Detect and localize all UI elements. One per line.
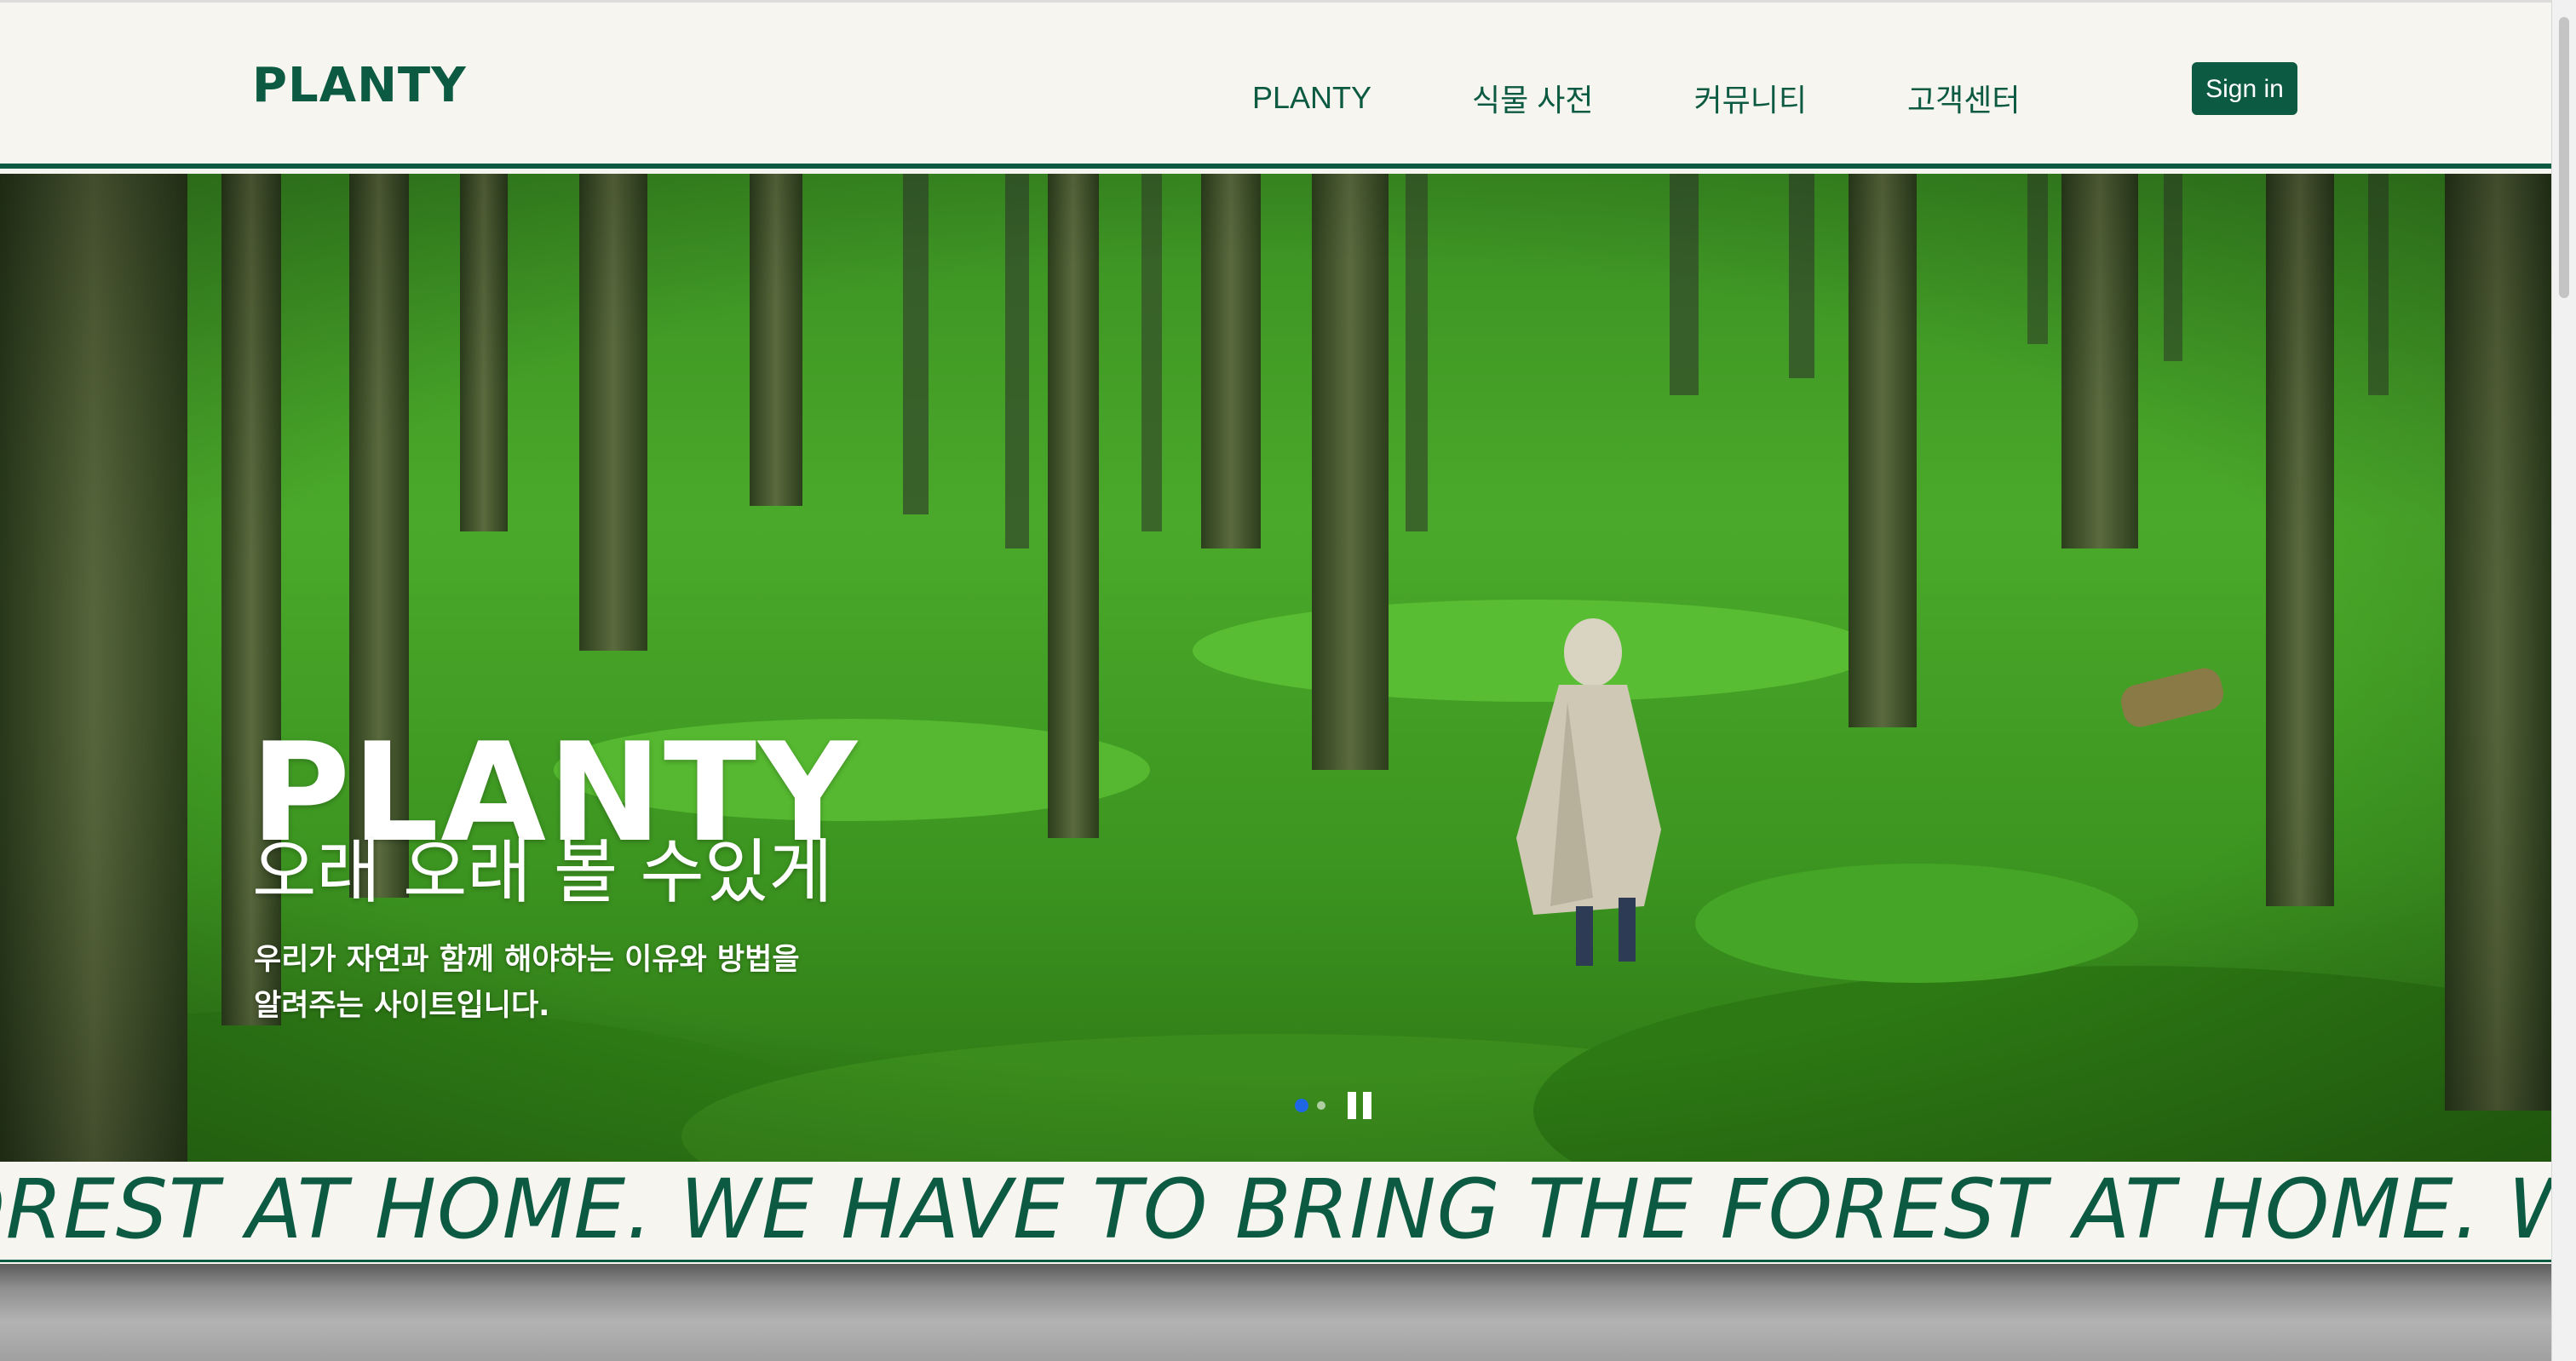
hero-subtitle: 오래 오래 볼 수있게	[252, 832, 833, 913]
scrollbar-thumb[interactable]	[2559, 17, 2569, 298]
marquee-banner: OREST AT HOME. WE HAVE TO BRING THE FORE…	[0, 1162, 2551, 1262]
sign-in-button[interactable]: Sign in	[2192, 62, 2297, 115]
main-nav: PLANTY 식물 사전 커뮤니티 고객센터	[1252, 76, 2021, 120]
slider-controls	[1295, 1092, 1371, 1119]
bottom-shadow-area	[0, 1264, 2551, 1361]
slide-dot[interactable]	[1317, 1101, 1325, 1110]
hero-description: 우리가 자연과 함께 해야하는 이유와 방법을 알려주는 사이트입니다.	[254, 937, 901, 1029]
nav-item-plant-dictionary[interactable]: 식물 사전	[1472, 76, 1593, 120]
hero-banner: PLANTY 오래 오래 볼 수있게 우리가 자연과 함께 해야하는 이유와 방…	[0, 174, 2551, 1162]
hero-description-line: 알려주는 사이트입니다.	[254, 989, 550, 1023]
nav-item-customer-center[interactable]: 고객센터	[1907, 76, 2020, 120]
nav-item-planty[interactable]: PLANTY	[1252, 80, 1371, 116]
pause-icon[interactable]	[1348, 1092, 1371, 1119]
marquee-text: OREST AT HOME. WE HAVE TO BRING THE FORE…	[0, 1162, 2551, 1257]
slide-dot-active[interactable]	[1295, 1099, 1308, 1112]
site-logo[interactable]: PLANTY	[252, 62, 467, 110]
page: PLANTY PLANTY 식물 사전 커뮤니티 고객센터 Sign in PL…	[0, 0, 2576, 1361]
hero-description-line: 우리가 자연과 함께 해야하는 이유와 방법을	[254, 943, 800, 977]
nav-item-community[interactable]: 커뮤니티	[1694, 76, 1807, 120]
site-header: PLANTY PLANTY 식물 사전 커뮤니티 고객센터 Sign in	[0, 0, 2551, 169]
page-scrollbar[interactable]	[2551, 0, 2576, 1361]
